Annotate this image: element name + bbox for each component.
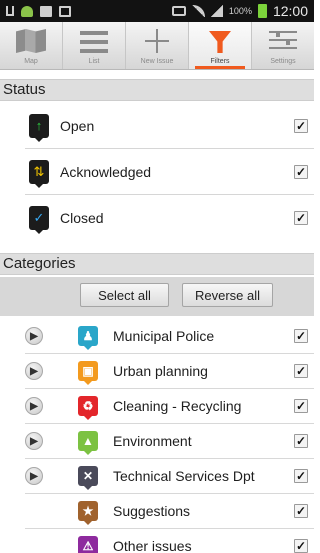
category-item-suggestions[interactable]: ★ Suggestions ✓ [0,494,314,528]
category-item-label: Technical Services Dpt [113,468,255,484]
tab-settings[interactable]: Settings [252,22,314,69]
category-municipal-police-checkbox[interactable]: ✓ [294,329,308,343]
status-open-checkbox[interactable]: ✓ [294,118,308,133]
tab-new-issue-label: New Issue [140,58,174,65]
wifi-icon [191,5,205,17]
status-acknowledged-checkbox[interactable]: ✓ [294,164,308,179]
plus-icon [145,29,169,53]
status-item-label: Acknowledged [60,163,152,180]
tab-new-issue[interactable]: New Issue [126,22,189,69]
tab-list-label: List [88,58,100,65]
category-item-label: Urban planning [113,363,208,379]
expand-icon[interactable]: ▶ [25,467,43,485]
category-button-bar: Select all Reverse all [0,277,314,316]
status-closed-checkbox[interactable]: ✓ [294,210,308,225]
up-down-arrows-icon: ⇅ [29,159,49,188]
tab-filters-label: Filters [210,58,230,65]
category-item-label: Other issues [113,538,192,553]
category-item-cleaning-recycling[interactable]: ▶ ♻ Cleaning - Recycling ✓ [0,389,314,423]
category-item-urban-planning[interactable]: ▶ ▣ Urban planning ✓ [0,354,314,388]
trees-icon: ▲ [78,431,98,455]
category-urban-planning-checkbox[interactable]: ✓ [294,364,308,378]
toolbar: Map List New Issue Filters Settings [0,22,314,70]
expand-icon[interactable]: ▶ [25,327,43,345]
status-item-label: Closed [60,209,104,226]
filter-icon [209,31,231,53]
list-icon [80,31,108,53]
expand-icon[interactable]: ▶ [25,432,43,450]
expand-icon[interactable]: ▶ [25,362,43,380]
category-environment-checkbox[interactable]: ✓ [294,434,308,448]
warning-icon: ⚠ [78,536,98,553]
status-item-label: Open [60,117,95,134]
tab-filters[interactable]: Filters [189,22,252,69]
status-bar: 100% 12:00 [0,0,314,22]
checkmark-icon: ✓ [29,205,49,234]
category-item-label: Suggestions [113,503,191,519]
category-item-environment[interactable]: ▶ ▲ Environment ✓ [0,424,314,458]
category-suggestions-checkbox[interactable]: ✓ [294,504,308,518]
settings-icon [269,31,297,53]
tab-settings-label: Settings [270,58,296,65]
clock: 12:00 [272,3,308,19]
category-item-label: Municipal Police [113,328,215,344]
category-item-label: Environment [113,433,192,449]
battery-percent: 100% [228,6,252,16]
map-icon [16,29,46,53]
image-notification-icon [40,5,52,17]
category-cleaning-recycling-checkbox[interactable]: ✓ [294,399,308,413]
recycle-icon: ♻ [78,396,98,420]
categories-section-header: Categories [0,253,314,275]
expand-icon[interactable]: ▶ [25,397,43,415]
star-icon: ★ [78,501,98,525]
signal-icon [210,5,223,17]
reverse-all-button[interactable]: Reverse all [182,283,273,307]
tab-map[interactable]: Map [0,22,63,69]
category-item-municipal-police[interactable]: ▶ ♟ Municipal Police ✓ [0,319,314,353]
arrow-up-icon: ↑ [29,113,49,142]
status-item-acknowledged[interactable]: ⇅ Acknowledged ✓ [0,149,314,194]
tab-list[interactable]: List [63,22,126,69]
police-officer-icon: ♟ [78,326,98,350]
status-item-closed[interactable]: ✓ Closed ✓ [0,195,314,240]
category-technical-services-checkbox[interactable]: ✓ [294,469,308,483]
mute-icon [171,6,186,16]
buildings-icon: ▣ [78,361,98,385]
tab-map-label: Map [24,58,38,65]
tools-icon: ✕ [78,466,98,490]
status-item-open[interactable]: ↑ Open ✓ [0,103,314,148]
category-item-technical-services[interactable]: ▶ ✕ Technical Services Dpt ✓ [0,459,314,493]
status-section-header: Status [0,79,314,101]
select-all-button[interactable]: Select all [80,283,169,307]
category-other-issues-checkbox[interactable]: ✓ [294,539,308,553]
checkbox-notification-icon [59,5,71,17]
category-item-other-issues[interactable]: ⚠ Other issues ✓ [0,529,314,553]
usb-icon [6,6,14,16]
category-item-label: Cleaning - Recycling [113,398,242,414]
android-icon [21,5,33,17]
battery-icon [257,4,267,18]
